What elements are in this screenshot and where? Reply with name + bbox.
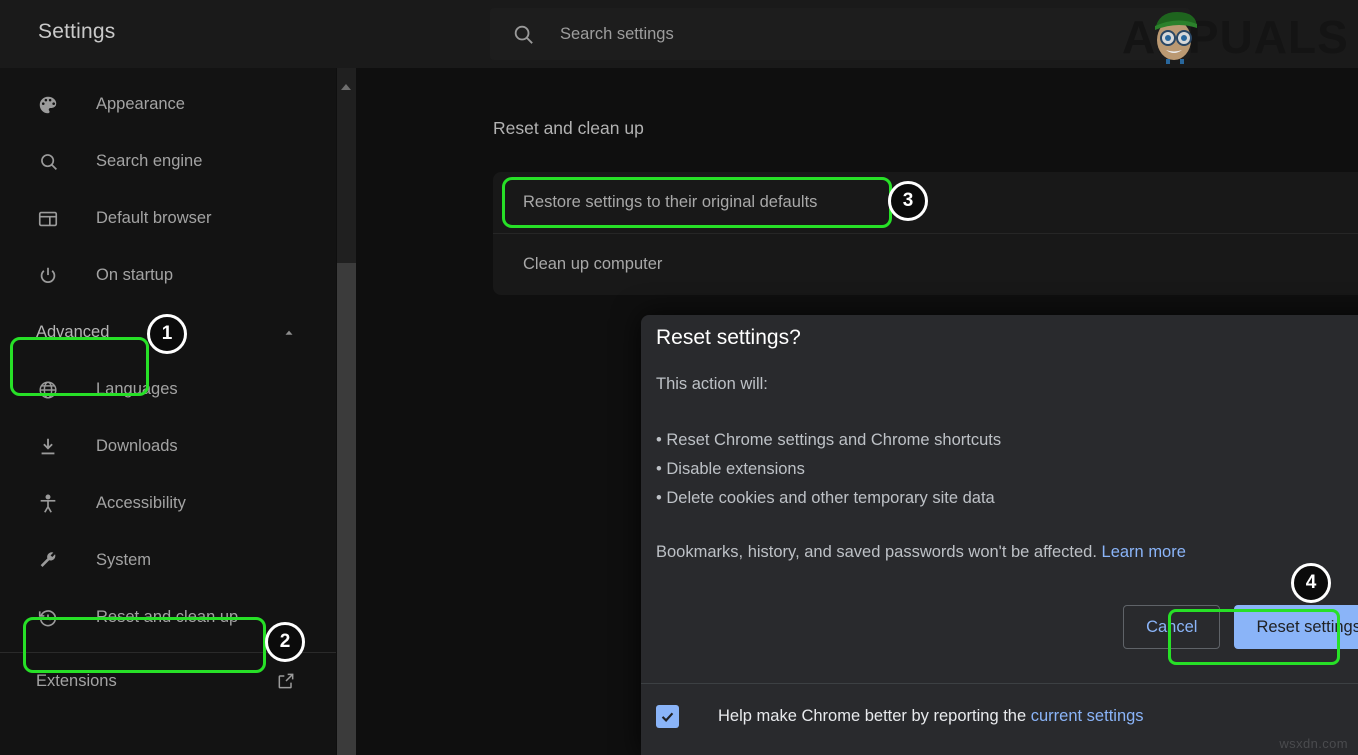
globe-icon <box>36 378 60 402</box>
dialog-bullet: • Disable extensions <box>656 455 1356 484</box>
sidebar-item-label: Downloads <box>96 437 178 456</box>
appuals-logo: APPUALS <box>1122 4 1354 66</box>
checkbox-label-text: Help make Chrome better by reporting the <box>718 707 1026 725</box>
search-bar[interactable] <box>490 8 1190 60</box>
history-restore-icon <box>36 606 60 630</box>
report-settings-checkbox[interactable] <box>656 705 679 728</box>
accessibility-icon <box>36 492 60 516</box>
current-settings-link[interactable]: current settings <box>1031 707 1144 725</box>
sidebar-item-label: System <box>96 551 151 570</box>
checkbox-label: Help make Chrome better by reporting the… <box>718 707 1144 726</box>
sidebar-item-label: Accessibility <box>96 494 186 513</box>
step-badge-2: 2 <box>265 622 305 662</box>
sidebar-item-search-engine[interactable]: Search engine <box>0 133 336 190</box>
sidebar-item-downloads[interactable]: Downloads <box>0 418 336 475</box>
download-icon <box>36 435 60 459</box>
sidebar-item-label: Default browser <box>96 209 212 228</box>
sidebar-item-on-startup[interactable]: On startup <box>0 247 336 304</box>
chrome-settings-window: Settings APPUALS <box>0 0 1358 755</box>
dialog-actions: Cancel Reset settings <box>1123 605 1358 649</box>
open-in-new-icon <box>276 671 296 691</box>
report-settings-checkbox-row[interactable]: Help make Chrome better by reporting the… <box>656 705 1144 728</box>
sidebar-item-label: Appearance <box>96 95 185 114</box>
row-label: Clean up computer <box>523 255 662 274</box>
step-badge-3: 3 <box>888 181 928 221</box>
sidebar-item-label: Extensions <box>36 672 117 691</box>
step-badge-1: 1 <box>147 314 187 354</box>
sidebar-item-label: On startup <box>96 266 173 285</box>
sidebar-item-label: Search engine <box>96 152 202 171</box>
dialog-bullet: • Delete cookies and other temporary sit… <box>656 484 1356 513</box>
sidebar-item-appearance[interactable]: Appearance <box>0 76 336 133</box>
sidebar-item-accessibility[interactable]: Accessibility <box>0 475 336 532</box>
power-icon <box>36 264 60 288</box>
wrench-icon <box>36 549 60 573</box>
dialog-bullet: • Reset Chrome settings and Chrome short… <box>656 426 1356 455</box>
palette-icon <box>36 93 60 117</box>
page-title: Settings <box>38 20 115 44</box>
reset-settings-button[interactable]: Reset settings <box>1234 605 1358 649</box>
dialog-bullet-list: • Reset Chrome settings and Chrome short… <box>656 426 1356 513</box>
site-watermark: wsxdn.com <box>1279 736 1348 751</box>
dialog-footnote-text: Bookmarks, history, and saved passwords … <box>656 543 1097 561</box>
row-label: Restore settings to their original defau… <box>523 193 817 212</box>
scroll-up-arrow-icon[interactable] <box>341 84 351 90</box>
sidebar-item-label: Languages <box>96 380 178 399</box>
sidebar-item-languages[interactable]: Languages <box>0 361 336 418</box>
sidebar-scrollbar-thumb[interactable] <box>337 263 356 755</box>
chevron-up-icon <box>282 326 296 340</box>
browser-window-icon <box>36 207 60 231</box>
appuals-mascot-icon <box>1122 4 1354 66</box>
learn-more-link[interactable]: Learn more <box>1102 543 1186 561</box>
sidebar-item-default-browser[interactable]: Default browser <box>0 190 336 247</box>
sidebar-scroll-top-spacer <box>0 68 336 76</box>
sidebar-item-label: Reset and clean up <box>96 608 238 627</box>
dialog-footnote: Bookmarks, history, and saved passwords … <box>656 543 1356 562</box>
sidebar-item-label: Advanced <box>36 323 109 342</box>
section-title-reset-and-clean-up: Reset and clean up <box>493 118 644 139</box>
dialog-title: Reset settings? <box>656 326 801 350</box>
step-badge-4: 4 <box>1291 563 1331 603</box>
search-icon <box>36 150 60 174</box>
dialog-separator <box>641 683 1358 684</box>
dialog-lead-text: This action will: <box>656 375 1356 394</box>
reset-settings-dialog: Reset settings? This action will: • Rese… <box>641 315 1358 755</box>
dialog-body: This action will: • Reset Chrome setting… <box>656 375 1356 562</box>
sidebar-item-system[interactable]: System <box>0 532 336 589</box>
cancel-button[interactable]: Cancel <box>1123 605 1220 649</box>
search-icon <box>512 23 534 45</box>
search-input[interactable] <box>560 25 1120 44</box>
row-clean-up-computer[interactable]: Clean up computer <box>493 234 1358 295</box>
sidebar-scrollbar-track[interactable] <box>337 68 356 755</box>
check-icon <box>659 708 676 725</box>
